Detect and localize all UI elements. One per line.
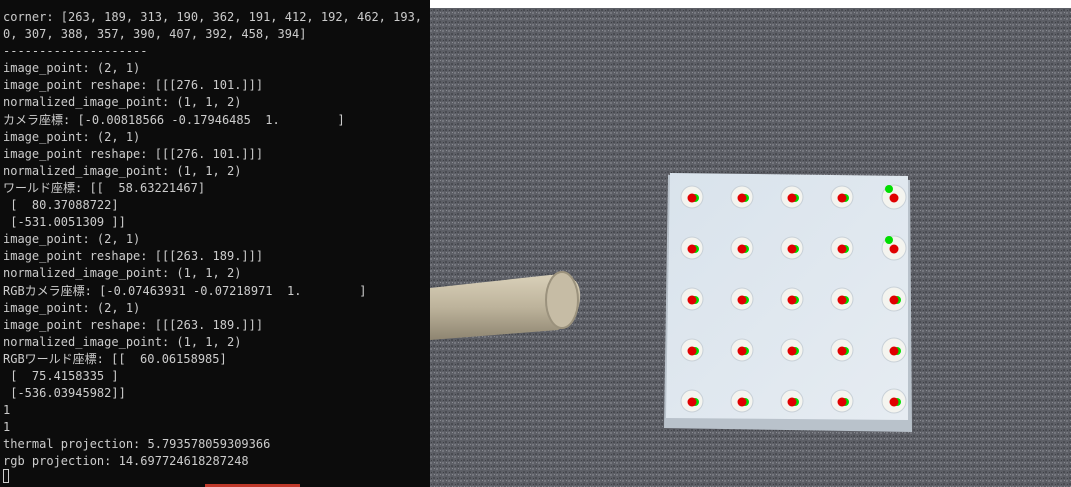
terminal-line: thermal projection: 5.793578059309366 [3,437,271,452]
terminal-line: [-531.0051309 ]] [3,215,126,230]
terminal-line: [-536.03945982]] [3,386,126,401]
red-marker [889,346,899,356]
terminal-output: corner: [263, 189, 313, 190, 362, 191, 4… [3,9,430,471]
red-marker [687,346,697,356]
terminal-line: -------------------- [3,44,148,59]
terminal-line: [ 75.4158335 ] [3,368,119,383]
screen: corner: [263, 189, 313, 190, 362, 191, 4… [0,0,1071,487]
red-marker [687,193,697,203]
terminal-line: image_point: (2, 1) [3,232,141,247]
red-marker [787,295,797,305]
red-marker [837,193,847,203]
terminal-line: image_point: (2, 1) [3,61,141,76]
red-marker [787,193,797,203]
green-marker [885,236,893,244]
red-marker [837,244,847,254]
terminal-line: カメラ座標: [-0.00818566 -0.17946485 1. ] [3,112,345,127]
red-marker [889,397,899,407]
terminal-line: image_point reshape: [[[276. 101.]]] [3,146,264,161]
terminal-line: normalized_image_point: (1, 1, 2) [3,95,242,110]
red-marker [737,397,747,407]
terminal-line: image_point: (2, 1) [3,129,141,144]
red-marker [687,244,697,254]
terminal-line: 1 [3,403,11,418]
red-marker [737,295,747,305]
red-marker [837,346,847,356]
red-marker [837,295,847,305]
window-top-edge [430,0,1071,8]
red-marker [787,346,797,356]
red-marker [889,193,899,203]
terminal-line: normalized_image_point: (1, 1, 2) [3,334,242,349]
red-marker [687,295,697,305]
red-marker [737,244,747,254]
red-marker [889,244,899,254]
terminal-line: normalized_image_point: (1, 1, 2) [3,266,242,281]
terminal-cursor [3,469,9,483]
calibration-image [430,0,1071,487]
red-marker [889,295,899,305]
green-marker [885,185,893,193]
terminal-line: rgb projection: 14.697724618287248 [3,454,249,469]
red-marker [687,397,697,407]
terminal-line: image_point: (2, 1) [3,300,141,315]
terminal-line: normalized_image_point: (1, 1, 2) [3,163,242,178]
terminal-line: [ 80.37088722] [3,198,119,213]
red-marker [737,193,747,203]
terminal-line: image_point reshape: [[[276. 101.]]] [3,78,264,93]
terminal-line: corner: [263, 189, 313, 190, 362, 191, 4… [3,10,430,24]
terminal-line: 1 [3,420,11,435]
terminal-window[interactable]: corner: [263, 189, 313, 190, 362, 191, 4… [0,0,430,487]
red-marker [737,346,747,356]
terminal-line: ワールド座標: [[ 58.63221467] [3,180,206,195]
red-marker [837,397,847,407]
red-marker [787,397,797,407]
image-viewer-window[interactable] [430,0,1071,487]
red-marker [787,244,797,254]
terminal-line: 0, 307, 388, 357, 390, 407, 392, 458, 39… [3,27,307,42]
terminal-line: RGBワールド座標: [[ 60.06158985] [3,351,227,366]
terminal-line: image_point reshape: [[[263. 189.]]] [3,249,264,264]
terminal-line: RGBカメラ座標: [-0.07463931 -0.07218971 1. ] [3,283,367,298]
terminal-line: image_point reshape: [[[263. 189.]]] [3,317,264,332]
